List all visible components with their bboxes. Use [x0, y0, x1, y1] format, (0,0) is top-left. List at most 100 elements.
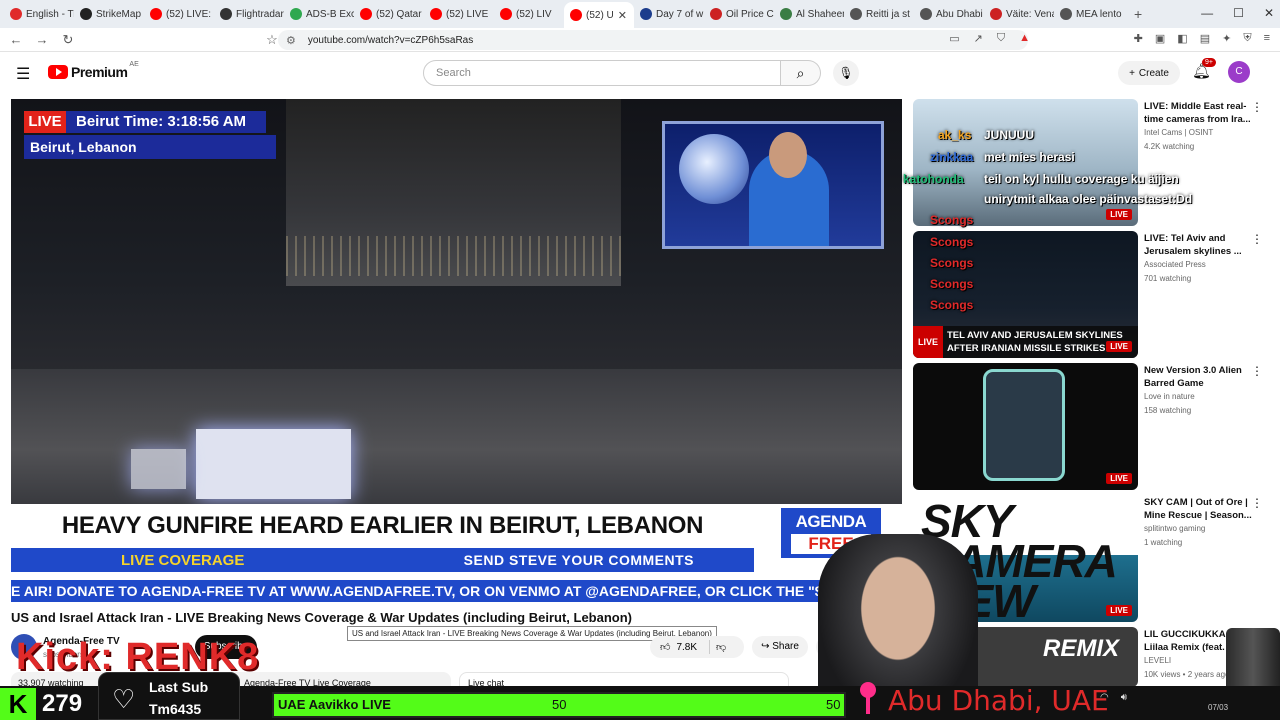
warning-icon[interactable]: ▲ — [1019, 32, 1030, 45]
tab-favicon-icon — [920, 8, 932, 20]
recommendation-channel[interactable]: Intel Cams | OSINT — [1144, 128, 1213, 137]
banner-live-tag: LIVE — [913, 326, 943, 358]
recommendation-views: 1 watching — [1144, 538, 1183, 547]
browser-tab[interactable]: (52) U ✕ — [564, 2, 634, 28]
live-coverage-text: LIVE COVERAGE — [121, 551, 245, 569]
tab-favicon-icon — [10, 8, 22, 20]
reading-list-icon[interactable]: ▣ — [1155, 32, 1165, 45]
extensions-icon[interactable]: ✚ — [1134, 32, 1143, 45]
site-info-icon[interactable]: ⚙ — [286, 34, 296, 47]
sparkle-icon[interactable]: ✦ — [1222, 32, 1231, 45]
plus-icon: + — [1129, 67, 1135, 79]
recommendation-channel[interactable]: splitintwo gaming — [1144, 524, 1205, 533]
chat-username: ak_ks — [938, 128, 972, 142]
recommendation-channel[interactable]: Love in nature — [1144, 392, 1195, 401]
new-tab-icon[interactable]: + — [1124, 6, 1152, 22]
share-button[interactable]: ↪ Share — [752, 636, 808, 658]
voice-search-button[interactable]: 🎙 — [833, 60, 859, 86]
system-tray: ◠ 🔊︎ — [1100, 692, 1127, 703]
browser-tab[interactable]: StrikeMap — [74, 2, 144, 26]
recommendation-channel[interactable]: LEVELI — [1144, 656, 1171, 665]
share-icon: ↪ — [761, 641, 770, 652]
cast-icon[interactable]: ▭ — [949, 32, 959, 45]
like-count[interactable]: 7.8K — [676, 642, 697, 653]
browser-tab[interactable]: ADS-B Exc — [284, 2, 354, 26]
browser-tab[interactable]: (52) LIVE — [424, 2, 494, 26]
browser-tab[interactable]: English - Tr — [4, 2, 74, 26]
youtube-header: ☰ Premium AE Search ⌕ 🎙 + Create 🔔︎ 9+ C — [0, 52, 1280, 94]
browser-tab[interactable]: Day 7 of w — [634, 2, 704, 26]
reload-icon[interactable]: ↻ — [58, 32, 78, 48]
thumbs-up-icon[interactable]: 👍︎ — [660, 641, 670, 653]
tab-label: Day 7 of w — [656, 8, 704, 20]
maximize-icon[interactable]: ☐ — [1233, 6, 1244, 20]
chat-username: Scongs — [930, 235, 974, 249]
recommendation-title[interactable]: New Version 3.0 Alien Barred Game — [1144, 364, 1252, 390]
more-options-icon[interactable]: ⋮ — [1251, 100, 1263, 114]
menu-icon[interactable]: ≡ — [1264, 32, 1270, 45]
more-options-icon[interactable]: ⋮ — [1251, 496, 1263, 510]
search-input[interactable]: Search — [423, 60, 781, 86]
hamburger-menu-icon[interactable]: ☰ — [16, 64, 30, 84]
network-icon[interactable]: ◠ — [1100, 692, 1109, 703]
wallet-icon[interactable]: ▤ — [1200, 32, 1210, 45]
like-dislike-bar: 👍︎ 7.8K 👎︎ — [650, 636, 744, 658]
recommendation-channel[interactable]: Associated Press — [1144, 260, 1206, 269]
more-options-icon[interactable]: ⋮ — [1251, 364, 1263, 378]
back-icon[interactable]: ← — [6, 32, 26, 47]
tab-favicon-icon — [1060, 8, 1072, 20]
tab-favicon-icon — [430, 8, 442, 20]
volume-icon[interactable]: 🔊︎ — [1121, 692, 1127, 703]
browser-tab[interactable]: Abu Dhabi — [914, 2, 984, 26]
inset-city-feed — [286, 99, 621, 286]
minimize-icon[interactable]: — — [1201, 6, 1213, 20]
recommendation-title[interactable]: LIVE: Middle East real-time cameras from… — [1144, 100, 1252, 126]
browser-tab[interactable]: (52) LIV — [494, 2, 564, 26]
stream-location: Abu Dhabi, UAE — [888, 684, 1109, 717]
browser-tab[interactable]: (52) LIVE: K — [144, 2, 214, 26]
shield-icon[interactable]: ⛉ — [997, 32, 1005, 45]
create-button[interactable]: + Create — [1118, 61, 1180, 85]
omnibox-actions: ▭ ↗ ⛉ ▲ — [949, 32, 1030, 45]
browser-tab[interactable]: Väite: Vena — [984, 2, 1054, 26]
browser-tab[interactable]: Oil Price C — [704, 2, 774, 26]
tab-favicon-icon — [780, 8, 792, 20]
url-field[interactable]: ⚙ youtube.com/watch?v=cZP6h5saRas — [278, 30, 1028, 50]
chat-message: unirytmit alkaa olee päinvastaset:Dd — [984, 192, 1193, 206]
tab-label: Reitti ja st — [866, 8, 910, 20]
notification-badge: 9+ — [1202, 58, 1216, 67]
forward-icon[interactable]: → — [32, 32, 52, 47]
live-tag: LIVE — [24, 111, 66, 133]
recommendation-title[interactable]: LIVE: Tel Aviv and Jerusalem skylines ..… — [1144, 232, 1252, 258]
notifications-button[interactable]: 🔔︎ 9+ — [1192, 58, 1216, 80]
browser-tab[interactable]: MEA lento — [1054, 2, 1124, 26]
tab-favicon-icon — [570, 9, 582, 21]
tab-favicon-icon — [640, 8, 652, 20]
video-player[interactable]: LIVE Beirut Time: 3:18:56 AM Beirut, Leb… — [11, 99, 902, 504]
account-avatar[interactable]: C — [1228, 61, 1250, 83]
browser-tab[interactable]: Flightradar — [214, 2, 284, 26]
browser-tab[interactable]: Al Shaheen — [774, 2, 844, 26]
youtube-logo[interactable]: Premium AE — [48, 61, 139, 80]
thumbs-down-icon[interactable]: 👎︎ — [716, 641, 726, 653]
url-text: youtube.com/watch?v=cZP6h5saRas — [307, 34, 474, 46]
news-ticker: E AIR! DONATE TO AGENDA-FREE TV AT WWW.A… — [11, 580, 902, 602]
vpn-icon[interactable]: ⛨ — [1243, 32, 1251, 45]
share-page-icon[interactable]: ↗ — [974, 32, 983, 45]
video-title: US and Israel Attack Iran - LIVE Breakin… — [11, 610, 632, 625]
sidebar-icon[interactable]: ◧ — [1177, 32, 1187, 45]
tab-label: Oil Price C — [726, 8, 774, 20]
recommendation-thumbnail[interactable]: LIVE TEL AVIV AND JERUSALEM SKYLINES AFT… — [913, 231, 1138, 358]
search-button[interactable]: ⌕ — [781, 60, 821, 86]
more-options-icon[interactable]: ⋮ — [1251, 232, 1263, 246]
browser-tab[interactable]: Reitti ja st — [844, 2, 914, 26]
recommendation-title[interactable]: SKY CAM | Out of Ore | Mine Rescue | Sea… — [1144, 496, 1252, 522]
chat-message: met mies herasi — [984, 150, 1075, 164]
recommendation-thumbnail[interactable]: LIVE — [913, 363, 1138, 490]
close-window-icon[interactable]: ✕ — [1264, 6, 1274, 20]
tab-label: StrikeMap — [96, 8, 142, 20]
close-tab-icon[interactable]: ✕ — [618, 9, 627, 22]
search-icon: ⌕ — [796, 65, 805, 81]
lit-building — [131, 449, 186, 489]
browser-tab[interactable]: (52) Qatar — [354, 2, 424, 26]
